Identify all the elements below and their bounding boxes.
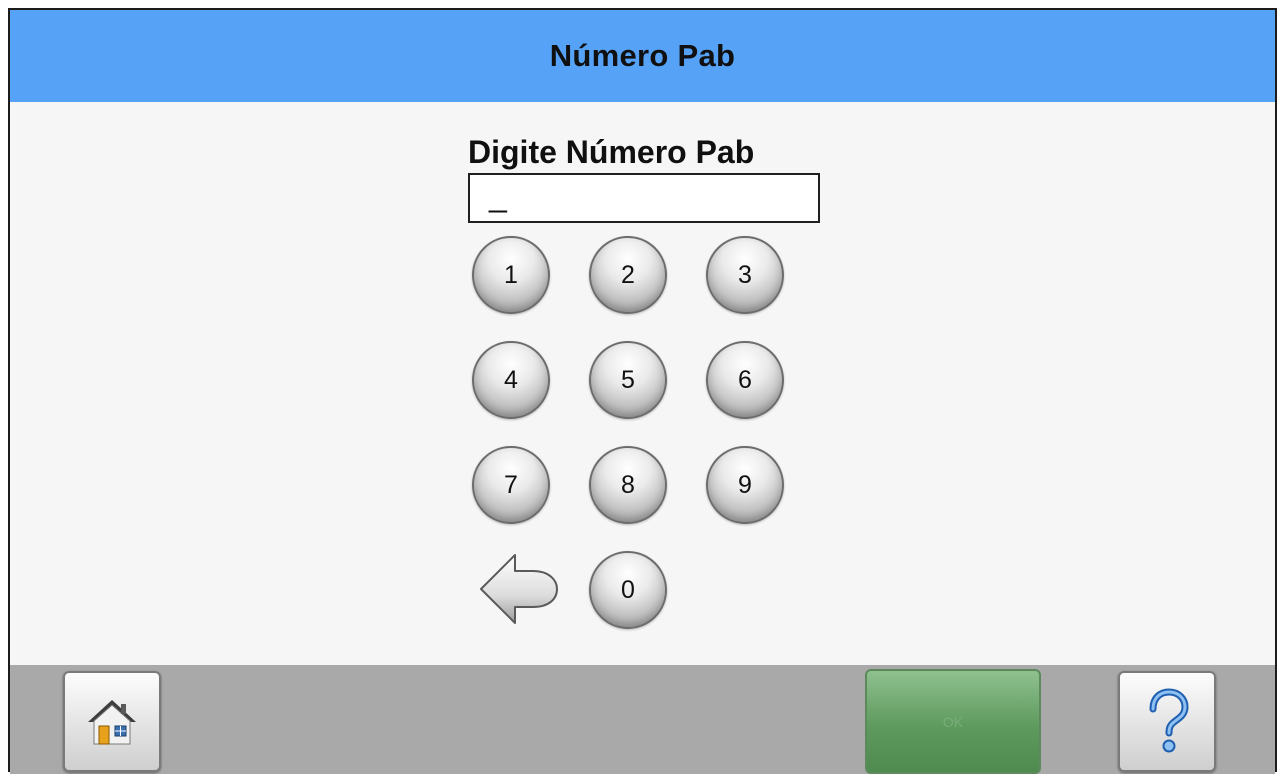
key-1[interactable]: 1 — [472, 236, 550, 314]
key-4[interactable]: 4 — [472, 341, 550, 419]
title-bar: Número Pab — [10, 10, 1275, 102]
ok-button-label: OK — [942, 713, 964, 730]
entry-value: _ — [489, 177, 507, 213]
key-7[interactable]: 7 — [472, 446, 550, 524]
key-8[interactable]: 8 — [589, 446, 667, 524]
home-button[interactable] — [63, 671, 161, 772]
help-button[interactable] — [1118, 671, 1216, 772]
key-6[interactable]: 6 — [706, 341, 784, 419]
key-3[interactable]: 3 — [706, 236, 784, 314]
backspace-button[interactable] — [477, 549, 561, 629]
entry-prompt: Digite Número Pab — [468, 134, 755, 170]
home-icon — [88, 699, 136, 744]
key-9[interactable]: 9 — [706, 446, 784, 524]
page-title: Número Pab — [549, 38, 736, 73]
question-mark-icon — [1149, 687, 1189, 752]
bottom-toolbar: OK — [10, 665, 1275, 774]
key-0[interactable]: 0 — [589, 551, 667, 629]
number-entry-field[interactable]: _ — [468, 173, 820, 223]
ok-button[interactable]: OK — [865, 669, 1041, 774]
key-2[interactable]: 2 — [589, 236, 667, 314]
key-5[interactable]: 5 — [589, 341, 667, 419]
app-window: Número Pab Digite Número Pab _ 1 2 3 4 5… — [8, 8, 1277, 774]
back-arrow-icon — [480, 554, 558, 624]
